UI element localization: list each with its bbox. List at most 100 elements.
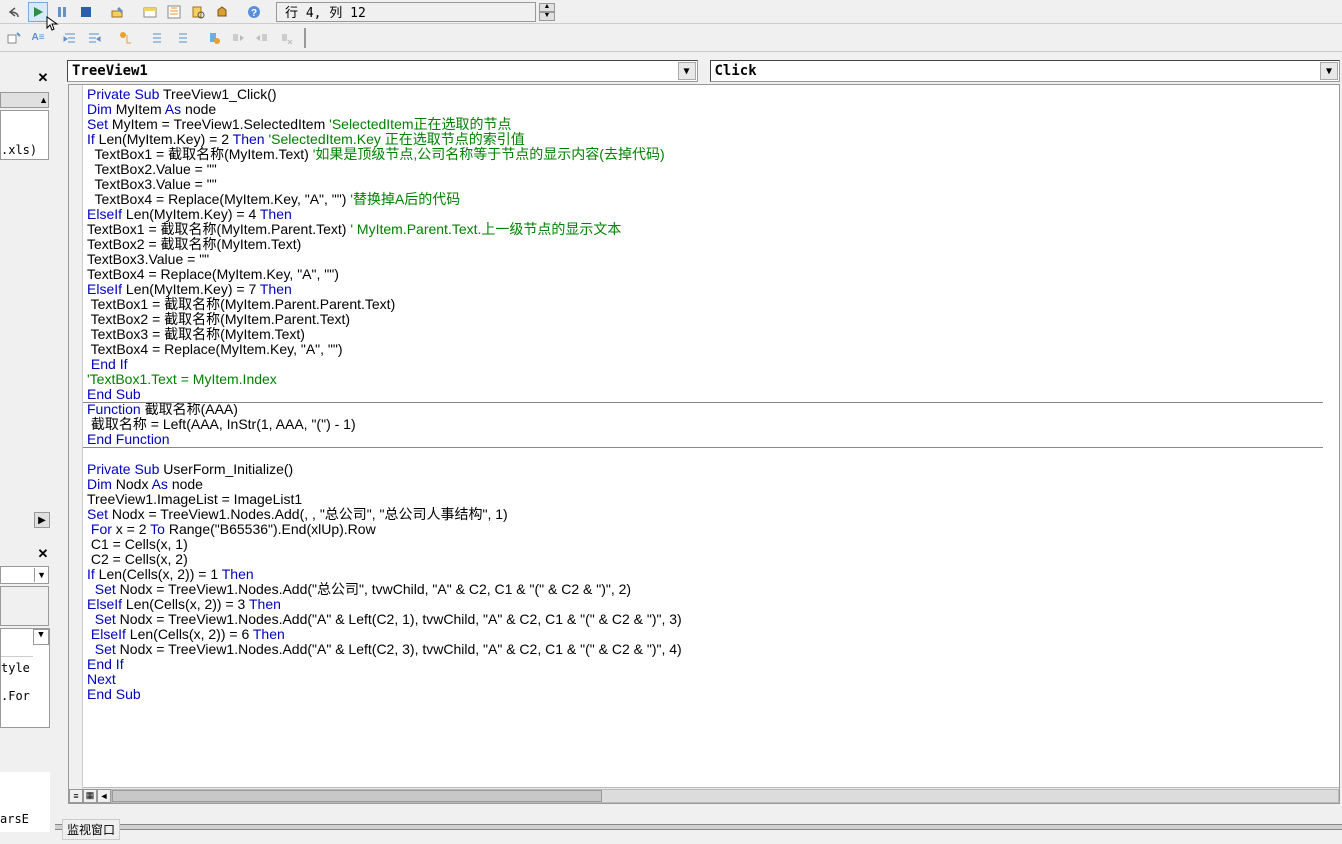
code-line[interactable]: Dim Nodx As node xyxy=(87,477,1323,492)
proc-view-icon[interactable]: ≡ xyxy=(69,789,83,803)
outdent-icon[interactable] xyxy=(84,28,104,48)
code-margin[interactable] xyxy=(69,85,83,803)
run-icon[interactable] xyxy=(28,2,48,22)
toolbox-icon[interactable] xyxy=(212,2,232,22)
stop-icon[interactable] xyxy=(76,2,96,22)
code-line[interactable]: End If xyxy=(87,357,1323,372)
splitter-bar[interactable] xyxy=(55,824,1342,830)
clear-bookmarks-icon[interactable] xyxy=(276,28,296,48)
code-line[interactable]: Dim MyItem As node xyxy=(87,102,1323,117)
horizontal-scrollbar[interactable]: ≡ ▦ ◄ xyxy=(83,787,1339,803)
edit-toolbar: A≡ xyxy=(0,24,1342,52)
project-tree-fragment[interactable]: .xls) xyxy=(0,110,49,160)
prop-style: tyle xyxy=(1,661,30,675)
code-line[interactable]: C1 = Cells(x, 1) xyxy=(87,537,1323,552)
line-column-indicator: 行 4, 列 12 xyxy=(276,2,536,22)
left-sidebar: ✕ ▲ .xls) ▶ ✕ ▼ ▼ tyle .For arsE xyxy=(0,52,55,844)
code-line[interactable]: TextBox3.Value = "" xyxy=(87,177,1323,192)
watch-window-label: 监视窗口 xyxy=(62,819,120,840)
spin-up[interactable]: ▲ xyxy=(539,3,555,12)
project-explorer-icon[interactable] xyxy=(140,2,160,22)
tree-item-xls[interactable]: .xls) xyxy=(1,143,37,157)
line-col-text: 行 4, 列 12 xyxy=(285,2,366,21)
chevron-down-icon[interactable]: ▼ xyxy=(1320,62,1338,80)
code-line[interactable]: Function 截取名称(AAA) xyxy=(87,402,1323,417)
expand-right-icon[interactable]: ▶ xyxy=(34,512,50,528)
code-line[interactable]: TextBox1 = 截取名称(MyItem.Text) '如果是顶级节点,公司… xyxy=(87,147,1323,162)
code-line[interactable]: End If xyxy=(87,657,1323,672)
code-line[interactable]: ElseIf Len(Cells(x, 2)) = 6 Then xyxy=(87,627,1323,642)
code-line[interactable]: If Len(MyItem.Key) = 2 Then 'SelectedIte… xyxy=(87,132,1323,147)
properties-list-fragment[interactable]: ▼ tyle .For xyxy=(0,628,50,728)
undo-icon[interactable] xyxy=(4,2,24,22)
next-bookmark-icon[interactable] xyxy=(228,28,248,48)
code-line[interactable]: TextBox2 = 截取名称(MyItem.Parent.Text) xyxy=(87,312,1323,327)
scrollbar-track[interactable] xyxy=(111,789,1339,803)
prop-for: .For xyxy=(1,689,30,703)
object-browser-icon[interactable] xyxy=(188,2,208,22)
code-line[interactable]: TextBox1 = 截取名称(MyItem.Parent.Parent.Tex… xyxy=(87,297,1323,312)
tabs-fragment[interactable] xyxy=(0,586,49,626)
code-line[interactable]: TextBox4 = Replace(MyItem.Key, "A", "") xyxy=(87,342,1323,357)
code-line[interactable]: For x = 2 To Range("B65536").End(xlUp).R… xyxy=(87,522,1323,537)
comment-block-icon[interactable] xyxy=(148,28,168,48)
uncomment-block-icon[interactable] xyxy=(172,28,192,48)
code-line[interactable]: Private Sub UserForm_Initialize() xyxy=(87,462,1323,477)
toggle-bookmark-icon[interactable] xyxy=(204,28,224,48)
list-properties-icon[interactable] xyxy=(4,28,24,48)
code-line[interactable]: TextBox4 = Replace(MyItem.Key, "A", "") … xyxy=(87,192,1323,207)
code-line[interactable]: TextBox4 = Replace(MyItem.Key, "A", "") xyxy=(87,267,1323,282)
code-line[interactable]: If Len(Cells(x, 2)) = 1 Then xyxy=(87,567,1323,582)
chevron-down-icon[interactable]: ▼ xyxy=(678,62,696,80)
prop-arse: arsE xyxy=(0,812,29,826)
code-line[interactable]: TextBox1 = 截取名称(MyItem.Parent.Text) ' My… xyxy=(87,222,1323,237)
code-line[interactable]: ElseIf Len(Cells(x, 2)) = 3 Then xyxy=(87,597,1323,612)
code-line[interactable]: Set MyItem = TreeView1.SelectedItem 'Sel… xyxy=(87,117,1323,132)
code-line[interactable]: ElseIf Len(MyItem.Key) = 4 Then xyxy=(87,207,1323,222)
scrollbar-thumb[interactable] xyxy=(112,790,602,802)
svg-text:?: ? xyxy=(251,8,257,19)
code-line[interactable] xyxy=(87,447,1323,462)
pause-icon[interactable] xyxy=(52,2,72,22)
main-toolbar: ? 行 4, 列 12 ▲ ▼ xyxy=(0,0,1342,24)
code-line[interactable]: Set Nodx = TreeView1.Nodes.Add("总公司", tv… xyxy=(87,582,1323,597)
properties-icon[interactable] xyxy=(164,2,184,22)
code-line[interactable]: Set Nodx = TreeView1.Nodes.Add(, , "总公司"… xyxy=(87,507,1323,522)
code-line[interactable]: C2 = Cells(x, 2) xyxy=(87,552,1323,567)
code-line[interactable]: TreeView1.ImageList = ImageList1 xyxy=(87,492,1323,507)
scroll-left-icon[interactable]: ◄ xyxy=(97,789,111,803)
procedure-dropdown[interactable]: Click ▼ xyxy=(710,60,1341,82)
code-line[interactable]: End Function xyxy=(87,432,1323,447)
close-panel-icon[interactable]: ✕ xyxy=(35,70,51,86)
bottom-fragment: arsE xyxy=(0,772,50,832)
code-line[interactable]: Set Nodx = TreeView1.Nodes.Add("A" & Lef… xyxy=(87,612,1323,627)
close-panel2-icon[interactable]: ✕ xyxy=(35,546,51,562)
code-line[interactable]: 'TextBox1.Text = MyItem.Index xyxy=(87,372,1323,387)
code-body[interactable]: Private Sub TreeView1_Click()Dim MyItem … xyxy=(87,87,1323,785)
scroll-up-button[interactable]: ▲ xyxy=(0,92,49,108)
object-procedure-bar: TreeView1 ▼ Click ▼ xyxy=(67,60,1340,82)
toggle-breakpoint-icon[interactable] xyxy=(116,28,136,48)
code-line[interactable]: Private Sub TreeView1_Click() xyxy=(87,87,1323,102)
code-line[interactable]: TextBox3 = 截取名称(MyItem.Text) xyxy=(87,327,1323,342)
code-line[interactable]: TextBox2 = 截取名称(MyItem.Text) xyxy=(87,237,1323,252)
object-dropdown[interactable]: TreeView1 ▼ xyxy=(67,60,698,82)
full-view-icon[interactable]: ▦ xyxy=(83,789,97,803)
code-line[interactable]: ElseIf Len(MyItem.Key) = 7 Then xyxy=(87,282,1323,297)
code-line[interactable]: End Sub xyxy=(87,387,1323,402)
code-editor[interactable]: Private Sub TreeView1_Click()Dim MyItem … xyxy=(68,84,1340,804)
dropdown-fragment[interactable]: ▼ xyxy=(0,566,49,584)
code-line[interactable]: TextBox3.Value = "" xyxy=(87,252,1323,267)
help-icon[interactable]: ? xyxy=(244,2,264,22)
list-constants-icon[interactable]: A≡ xyxy=(28,28,48,48)
code-line[interactable]: Next xyxy=(87,672,1323,687)
code-line[interactable]: Set Nodx = TreeView1.Nodes.Add("A" & Lef… xyxy=(87,642,1323,657)
procedure-dropdown-value: Click xyxy=(715,63,757,79)
code-line[interactable]: 截取名称 = Left(AAA, InStr(1, AAA, "(") - 1) xyxy=(87,417,1323,432)
spin-down[interactable]: ▼ xyxy=(539,12,555,21)
code-line[interactable]: TextBox2.Value = "" xyxy=(87,162,1323,177)
prev-bookmark-icon[interactable] xyxy=(252,28,272,48)
design-mode-icon[interactable] xyxy=(108,2,128,22)
indent-icon[interactable] xyxy=(60,28,80,48)
code-line[interactable]: End Sub xyxy=(87,687,1323,702)
